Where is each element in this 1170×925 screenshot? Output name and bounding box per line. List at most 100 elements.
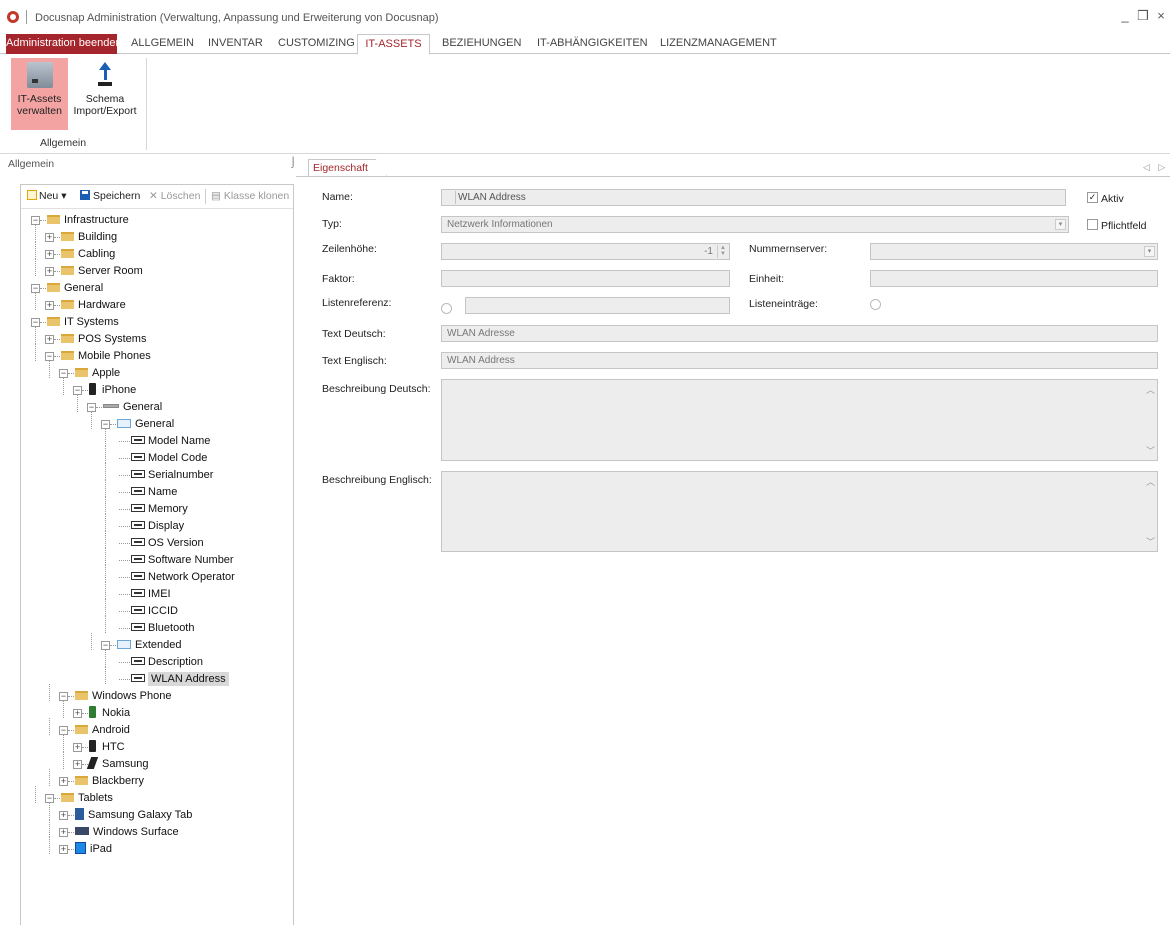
close-button[interactable]: ×	[1152, 7, 1170, 25]
new-button[interactable]: Neu ▾	[27, 190, 66, 202]
tree-node[interactable]: Android	[75, 722, 130, 739]
tree-node[interactable]: IMEI	[131, 586, 171, 603]
tree-expander[interactable]: −	[59, 692, 68, 701]
tree-expander[interactable]: −	[73, 386, 82, 395]
tree-node[interactable]: Infrastructure	[47, 212, 129, 229]
tree-expander[interactable]: +	[73, 760, 82, 769]
listenreferenz-field[interactable]	[465, 297, 730, 314]
chevron-down-icon[interactable]: ▾	[61, 190, 66, 202]
tree-node[interactable]: Windows Phone	[75, 688, 172, 705]
tree-expander[interactable]: +	[59, 845, 68, 854]
tree-node[interactable]: Samsung	[86, 756, 148, 773]
tab-customizing[interactable]: CUSTOMIZING	[278, 34, 355, 54]
tree-node[interactable]: Memory	[131, 501, 188, 518]
exit-administration-button[interactable]: Administration beenden	[6, 34, 122, 54]
tab-lizenzmanagement[interactable]: LIZENZMANAGEMENT	[660, 34, 777, 54]
pflichtfeld-checkbox[interactable]	[1087, 219, 1098, 230]
tree-expander[interactable]: +	[59, 828, 68, 837]
tree-node[interactable]: iPad	[75, 841, 112, 858]
tree-node[interactable]: Cabling	[61, 246, 115, 263]
tree-expander[interactable]: +	[59, 811, 68, 820]
tree-expander[interactable]: −	[59, 726, 68, 735]
scroll-up-icon[interactable]: ︿	[1146, 383, 1155, 396]
tree-node[interactable]: OS Version	[131, 535, 204, 552]
tab-inventar[interactable]: INVENTAR	[208, 34, 263, 54]
restore-button[interactable]: ❒	[1134, 7, 1152, 25]
tree-node[interactable]: Hardware	[61, 297, 126, 314]
tree-node[interactable]: Windows Surface	[75, 824, 179, 841]
chevron-down-icon[interactable]: ▾	[1144, 246, 1155, 257]
tree-node[interactable]: Tablets	[61, 790, 113, 807]
tree-node[interactable]: Samsung Galaxy Tab	[75, 807, 192, 824]
tree-node[interactable]: HTC	[89, 739, 125, 756]
tree-node[interactable]: Description	[131, 654, 203, 671]
tree-expander[interactable]: −	[31, 284, 40, 293]
tree-expander[interactable]: −	[31, 216, 40, 225]
tree-node[interactable]: Nokia	[89, 705, 130, 722]
tab-allgemein[interactable]: ALLGEMEIN	[131, 34, 194, 54]
tree-node[interactable]: General	[103, 399, 162, 416]
einheit-field[interactable]	[870, 270, 1158, 287]
it-assets-verwalten-button[interactable]: IT-Assets verwalten	[11, 58, 68, 130]
tree-node[interactable]: Extended	[117, 637, 181, 654]
tree-node[interactable]: Serialnumber	[131, 467, 213, 484]
tree-expander[interactable]: +	[45, 267, 54, 276]
tree-expander[interactable]: −	[31, 318, 40, 327]
tree-expander[interactable]: +	[45, 335, 54, 344]
tab-it-abhaengigkeiten[interactable]: IT-ABHÄNGIGKEITEN	[537, 34, 648, 54]
schema-import-export-button[interactable]: Schema Import/Export	[72, 58, 138, 130]
tree-node[interactable]: Software Number	[131, 552, 234, 569]
tree-node[interactable]: ICCID	[131, 603, 178, 620]
tree-expander[interactable]: −	[87, 403, 96, 412]
tab-scroll-arrows[interactable]: ◁ ▷	[1143, 162, 1168, 173]
minimize-button[interactable]: _	[1116, 7, 1134, 25]
tree-node[interactable]: POS Systems	[61, 331, 146, 348]
tree-node[interactable]: Network Operator	[131, 569, 235, 586]
beschreibung-englisch-field[interactable]: ︿ ﹀	[441, 471, 1158, 552]
tab-eigenschaft[interactable]: Eigenschaft	[308, 159, 387, 176]
tree-expander[interactable]: −	[45, 794, 54, 803]
delete-button[interactable]: ✕ Löschen	[149, 190, 200, 202]
tree-expander[interactable]: +	[45, 301, 54, 310]
scroll-down-icon[interactable]: ﹀	[1146, 535, 1155, 548]
tree-node[interactable]: Model Code	[131, 450, 207, 467]
zeilenhoehe-field[interactable]: -1 ▲ ▼	[441, 243, 730, 260]
tree-expander[interactable]: +	[45, 233, 54, 242]
text-englisch-field[interactable]: WLAN Address	[441, 352, 1158, 369]
tree-node[interactable]: IT Systems	[47, 314, 119, 331]
tree-expander[interactable]: −	[59, 369, 68, 378]
tree-expander[interactable]: −	[101, 420, 110, 429]
text-deutsch-field[interactable]: WLAN Adresse	[441, 325, 1158, 342]
tree-expander[interactable]: +	[73, 743, 82, 752]
typ-select[interactable]: Netzwerk Informationen ▾	[441, 216, 1069, 233]
tree-node[interactable]: Mobile Phones	[61, 348, 151, 365]
aktiv-checkbox[interactable]: ✓	[1087, 192, 1098, 203]
scroll-up-icon[interactable]: ︿	[1146, 475, 1155, 488]
tree-node[interactable]: Display	[131, 518, 184, 535]
tree-node[interactable]: Apple	[75, 365, 120, 382]
tree-expander[interactable]: +	[59, 777, 68, 786]
tree-node[interactable]: General	[47, 280, 103, 297]
scroll-down-icon[interactable]: ﹀	[1146, 444, 1155, 457]
tree-node[interactable]: Server Room	[61, 263, 143, 280]
pin-icon[interactable]: ⌡	[290, 157, 296, 168]
tree-node[interactable]: General	[117, 416, 174, 433]
tree-node[interactable]: iPhone	[89, 382, 136, 399]
tree-node[interactable]: Model Name	[131, 433, 210, 450]
tree-expander[interactable]: −	[101, 641, 110, 650]
beschreibung-deutsch-field[interactable]: ︿ ﹀	[441, 379, 1158, 461]
name-field[interactable]: WLAN Address	[441, 189, 1066, 206]
faktor-field[interactable]	[441, 270, 730, 287]
tree-expander[interactable]: +	[73, 709, 82, 718]
tree-node[interactable]: Blackberry	[75, 773, 144, 790]
tree-node[interactable]: Name	[131, 484, 177, 501]
listenreferenz-radio[interactable]	[441, 303, 452, 314]
clone-class-button[interactable]: ▤ Klasse klonen	[211, 190, 289, 202]
tree-expander[interactable]: −	[45, 352, 54, 361]
nummernserver-select[interactable]: ▾	[870, 243, 1158, 260]
listeneintraege-radio[interactable]	[870, 299, 881, 310]
spin-buttons[interactable]: ▲ ▼	[717, 245, 728, 258]
chevron-down-icon[interactable]: ▾	[1055, 219, 1066, 230]
tree-node[interactable]: WLAN Address	[131, 671, 229, 688]
tab-it-assets[interactable]: IT-ASSETS	[357, 34, 430, 55]
